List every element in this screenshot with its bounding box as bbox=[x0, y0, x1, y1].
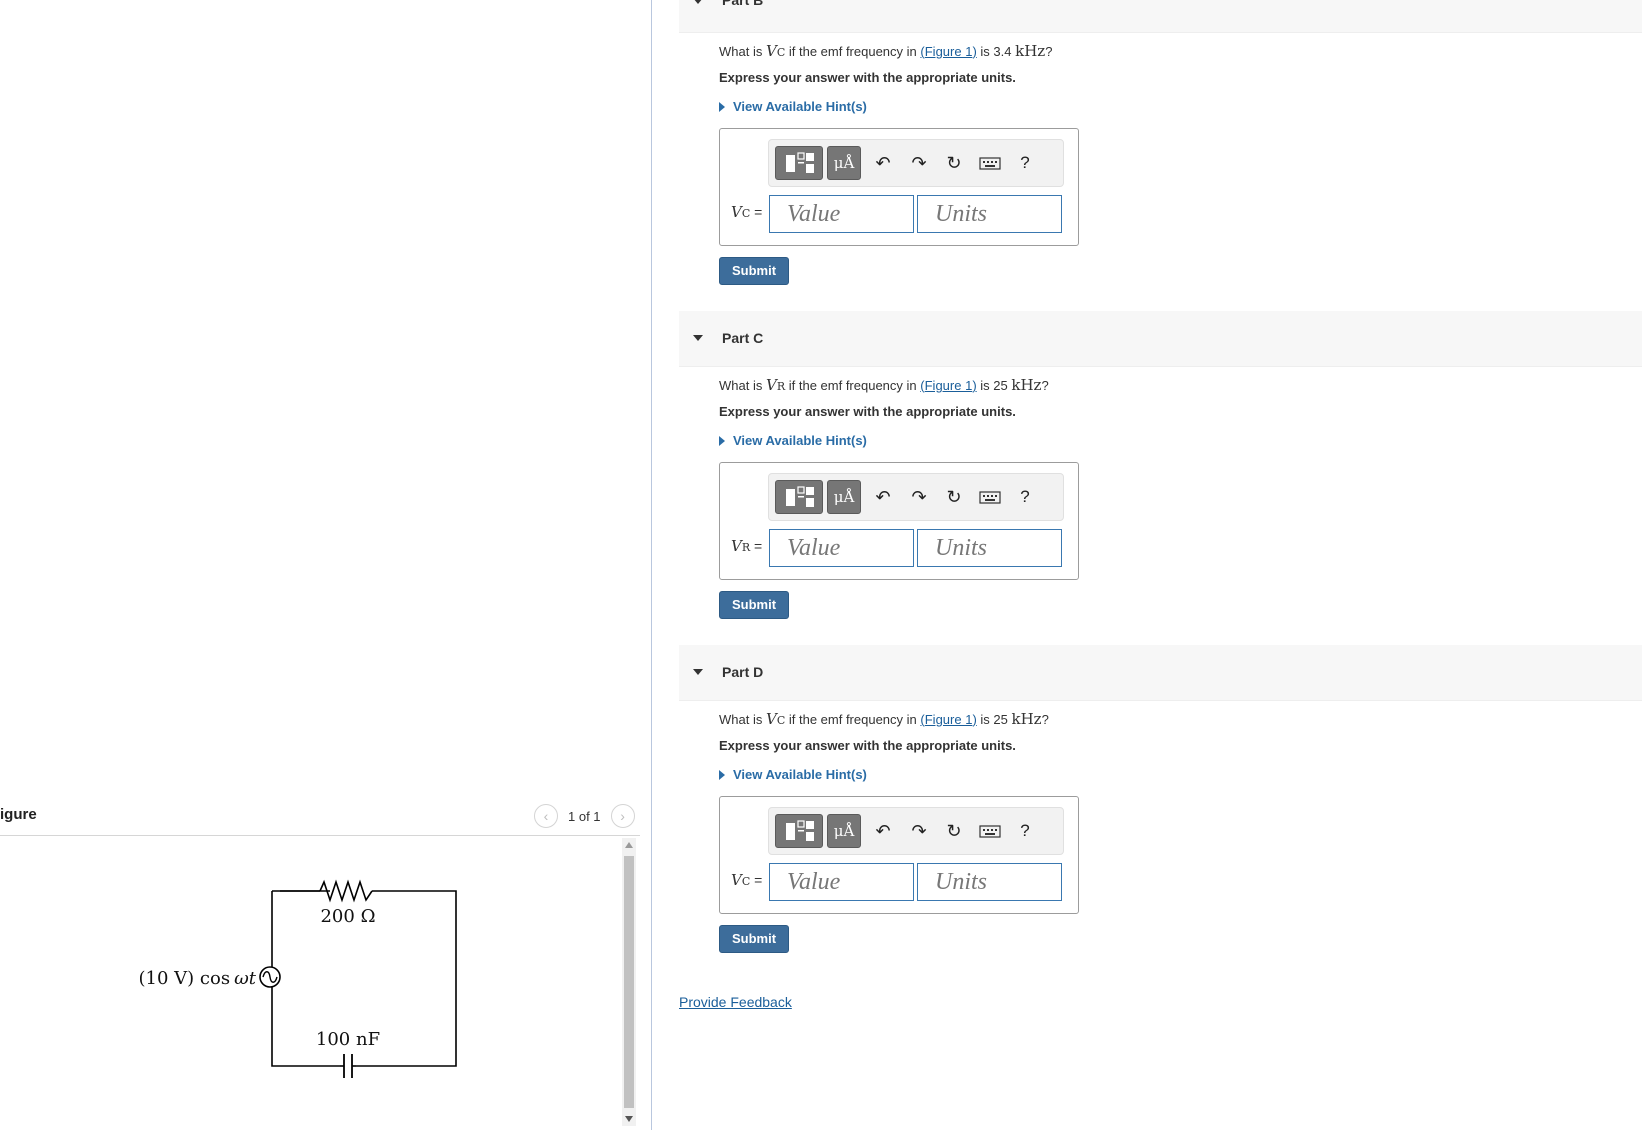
source-label: (10 V) cos ωt bbox=[140, 968, 257, 989]
part-d-header[interactable]: Part D bbox=[679, 645, 1642, 701]
chevron-left-icon: ‹ bbox=[543, 808, 549, 824]
undo-icon[interactable]: ↶ bbox=[871, 486, 895, 508]
units-input[interactable]: Units bbox=[917, 529, 1062, 567]
variable-label: VC = bbox=[731, 871, 763, 889]
templates-button[interactable] bbox=[775, 480, 823, 514]
redo-icon[interactable]: ↷ bbox=[907, 820, 931, 842]
figure-link[interactable]: (Figure 1) bbox=[920, 378, 976, 393]
pane-divider[interactable] bbox=[651, 0, 652, 1130]
circuit-diagram: 200 Ω 100 nF (10 V) cos ωt bbox=[140, 879, 457, 1078]
circuit-wire-bottom-left bbox=[271, 987, 340, 1067]
next-figure-button[interactable]: › bbox=[610, 804, 635, 828]
keyboard-icon[interactable] bbox=[978, 154, 1002, 176]
templates-icon bbox=[786, 152, 814, 173]
submit-button[interactable]: Submit bbox=[719, 925, 789, 953]
question-text: What is VC if the emf frequency in (Figu… bbox=[719, 710, 1049, 728]
reset-icon[interactable]: ↻ bbox=[942, 820, 966, 842]
variable-label: VR = bbox=[731, 537, 763, 555]
help-icon[interactable]: ? bbox=[1013, 820, 1037, 842]
view-hints-link[interactable]: View Available Hint(s) bbox=[719, 98, 1619, 116]
redo-icon[interactable]: ↷ bbox=[907, 152, 931, 174]
figure-scrollbar[interactable] bbox=[622, 838, 636, 1126]
help-icon[interactable]: ? bbox=[1013, 486, 1037, 508]
question-panel: Part B What is VC if the emf frequency i… bbox=[679, 0, 1642, 1147]
caret-right-icon bbox=[719, 102, 725, 112]
units-button[interactable]: μÅ bbox=[827, 480, 861, 514]
hint-label: View Available Hint(s) bbox=[733, 433, 867, 448]
templates-icon bbox=[786, 486, 814, 507]
value-input[interactable]: Value bbox=[769, 195, 914, 233]
units-input[interactable]: Units bbox=[917, 863, 1062, 901]
caret-right-icon bbox=[719, 770, 725, 780]
part-b-body: What is VC if the emf frequency in (Figu… bbox=[719, 42, 1619, 285]
resistor-label: 200 Ω bbox=[320, 906, 375, 927]
math-toolbar: μÅ ↶ ↷ ↻ ? bbox=[768, 473, 1064, 521]
keyboard-icon[interactable] bbox=[978, 488, 1002, 510]
scroll-up-icon[interactable] bbox=[625, 842, 633, 848]
hint-label: View Available Hint(s) bbox=[733, 99, 867, 114]
templates-button[interactable] bbox=[775, 814, 823, 848]
redo-icon[interactable]: ↷ bbox=[907, 486, 931, 508]
previous-figure-button[interactable]: ‹ bbox=[534, 804, 558, 828]
answer-instruction: Express your answer with the appropriate… bbox=[719, 404, 1016, 419]
part-d-title: Part D bbox=[722, 664, 764, 680]
view-hints-link[interactable]: View Available Hint(s) bbox=[719, 432, 1619, 450]
figure-panel: igure ‹ 1 of 1 › 200 Ω 100 nF (10 V) cos… bbox=[0, 0, 651, 1147]
undo-icon[interactable]: ↶ bbox=[871, 152, 895, 174]
part-c-body: What is VR if the emf frequency in (Figu… bbox=[719, 376, 1619, 619]
figure-title: igure bbox=[0, 806, 37, 823]
question-text: What is VC if the emf frequency in (Figu… bbox=[719, 42, 1053, 60]
help-icon[interactable]: ? bbox=[1013, 152, 1037, 174]
templates-icon bbox=[786, 820, 814, 841]
scrollbar-thumb[interactable] bbox=[624, 856, 634, 1108]
scroll-down-icon[interactable] bbox=[625, 1116, 633, 1122]
view-hints-link[interactable]: View Available Hint(s) bbox=[719, 766, 1619, 784]
undo-icon[interactable]: ↶ bbox=[871, 820, 895, 842]
figure-link[interactable]: (Figure 1) bbox=[920, 44, 976, 59]
submit-button[interactable]: Submit bbox=[719, 257, 789, 285]
part-b-title: Part B bbox=[722, 0, 764, 8]
answer-box: μÅ ↶ ↷ ↻ ? VC = Value Units bbox=[719, 128, 1079, 246]
resistor-symbol bbox=[319, 879, 373, 903]
templates-button[interactable] bbox=[775, 146, 823, 180]
caret-right-icon bbox=[719, 436, 725, 446]
math-toolbar: μÅ ↶ ↷ ↻ ? bbox=[768, 139, 1064, 187]
provide-feedback-link[interactable]: Provide Feedback bbox=[679, 994, 792, 1010]
part-c-title: Part C bbox=[722, 330, 764, 346]
units-button[interactable]: μÅ bbox=[827, 146, 861, 180]
caret-down-icon bbox=[693, 335, 703, 341]
keyboard-icon[interactable] bbox=[978, 822, 1002, 844]
reset-icon[interactable]: ↻ bbox=[942, 152, 966, 174]
part-d-body: What is VC if the emf frequency in (Figu… bbox=[719, 710, 1619, 953]
answer-box: μÅ ↶ ↷ ↻ ? VC = Value Units bbox=[719, 796, 1079, 914]
reset-icon[interactable]: ↻ bbox=[942, 486, 966, 508]
caret-down-icon bbox=[693, 0, 703, 4]
part-c-header[interactable]: Part C bbox=[679, 311, 1642, 367]
answer-instruction: Express your answer with the appropriate… bbox=[719, 70, 1016, 85]
variable-label: VC = bbox=[731, 203, 763, 221]
units-button[interactable]: μÅ bbox=[827, 814, 861, 848]
submit-button[interactable]: Submit bbox=[719, 591, 789, 619]
figure-link[interactable]: (Figure 1) bbox=[920, 712, 976, 727]
units-input[interactable]: Units bbox=[917, 195, 1062, 233]
value-input[interactable]: Value bbox=[769, 529, 914, 567]
answer-box: μÅ ↶ ↷ ↻ ? VR = Value Units bbox=[719, 462, 1079, 580]
math-toolbar: μÅ ↶ ↷ ↻ ? bbox=[768, 807, 1064, 855]
figure-header: igure ‹ 1 of 1 › bbox=[0, 796, 640, 836]
value-input[interactable]: Value bbox=[769, 863, 914, 901]
source-label-var: ωt bbox=[234, 968, 257, 989]
caret-down-icon bbox=[693, 669, 703, 675]
hint-label: View Available Hint(s) bbox=[733, 767, 867, 782]
source-label-prefix: (10 V) cos bbox=[140, 968, 230, 989]
answer-instruction: Express your answer with the appropriate… bbox=[719, 738, 1016, 753]
question-text: What is VR if the emf frequency in (Figu… bbox=[719, 376, 1049, 394]
figure-page-count: 1 of 1 bbox=[568, 808, 601, 824]
figure-pager: ‹ 1 of 1 › bbox=[534, 804, 635, 828]
chevron-right-icon: › bbox=[620, 808, 625, 824]
capacitor-label: 100 nF bbox=[316, 1029, 380, 1050]
part-b-header[interactable]: Part B bbox=[679, 0, 1642, 33]
